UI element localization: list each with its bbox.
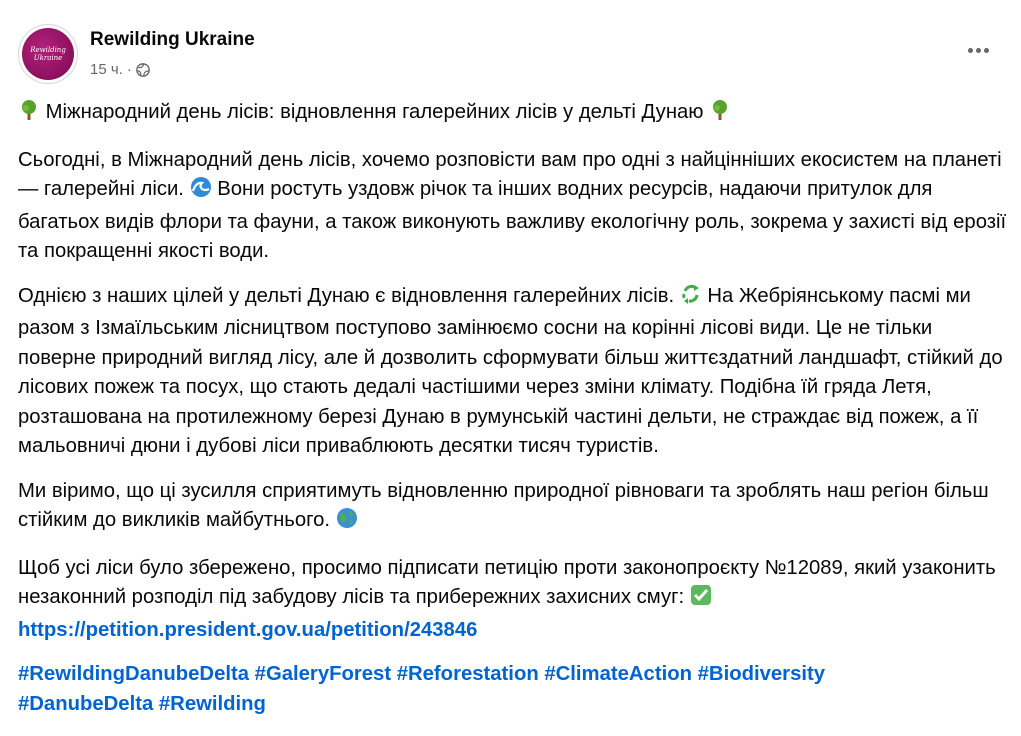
hashtag-link[interactable]: #Biodiversity [698,663,825,685]
hashtag-link[interactable]: #Rewilding [159,693,266,715]
hashtag-link[interactable]: #RewildingDanubeDelta [18,663,249,685]
avatar[interactable]: Rewilding Ukraine [18,24,78,84]
post-meta: 15 ч. · [90,61,150,78]
paragraph-4-text: Щоб усі ліси було збережено, просимо під… [18,556,996,609]
post-header: Rewilding Ukraine Rewilding Ukraine 15 ч… [18,24,1003,88]
paragraph-1: Сьогодні, в Міжнародний день лісів, хоче… [18,146,1008,267]
check-mark-icon [690,584,712,616]
hashtag-link[interactable]: #Reforestation [397,663,539,685]
paragraph-4: Щоб усі ліси було збережено, просимо під… [18,554,1008,646]
paragraph-2: Однією з наших цілей у дельті Дунаю є ві… [18,282,1008,462]
post-title-text: Міжнародний день лісів: відновлення гале… [45,101,704,123]
hashtags: #RewildingDanubeDelta #GaleryForest #Ref… [18,660,1008,719]
paragraph-2-part-b: На Жебріянському пасмі ми разом з Ізмаїл… [18,284,1003,458]
globe-earth-icon [336,507,358,539]
paragraph-3-text: Ми віримо, що ці зусилля сприятимуть від… [18,479,989,532]
hashtag-link[interactable]: #DanubeDelta [18,693,153,715]
hashtag-link[interactable]: #ClimateAction [544,663,692,685]
wave-icon [190,176,212,208]
tree-icon [18,99,40,131]
recycle-icon [680,283,702,315]
post-title-line: Міжнародний день лісів: відновлення гале… [18,98,1008,131]
paragraph-3: Ми віримо, що ці зусилля сприятимуть від… [18,477,1008,539]
petition-link[interactable]: https://petition.president.gov.ua/petiti… [18,619,477,641]
post-body: Міжнародний день лісів: відновлення гале… [18,98,1008,734]
tree-icon [709,99,731,131]
post-time[interactable]: 15 ч. [90,61,123,78]
meta-separator: · [126,61,132,78]
globe-privacy-icon[interactable] [136,62,150,77]
paragraph-2-part-a: Однією з наших цілей у дельті Дунаю є ві… [18,284,675,307]
author-name[interactable]: Rewilding Ukraine [90,29,255,51]
facebook-post: Rewilding Ukraine Rewilding Ukraine 15 ч… [0,0,1021,736]
hashtag-link[interactable]: #GaleryForest [255,663,391,685]
more-options-icon[interactable] [963,40,993,60]
avatar-logo: Rewilding Ukraine [22,28,74,80]
